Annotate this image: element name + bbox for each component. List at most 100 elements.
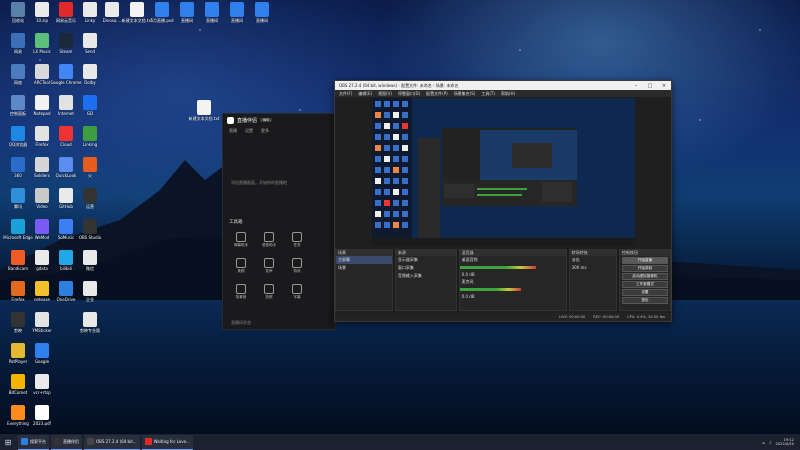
obs-menu-item[interactable]: 停靠窗口(D) — [398, 91, 420, 97]
app-icon — [35, 250, 49, 265]
clock[interactable]: 19:12 2022/4/20 — [776, 438, 794, 446]
transition-duration[interactable]: 300 ms — [570, 264, 616, 271]
app-icon — [11, 188, 25, 203]
taskbar-item[interactable]: Waiting for Love... — [141, 434, 193, 450]
desktop-icon-label: 剪映专业版 — [80, 328, 100, 333]
live-app-title: 直播伴侣 — [237, 117, 258, 124]
start-button[interactable]: ⊞ — [0, 434, 16, 450]
app-icon — [59, 219, 73, 234]
toolbox-item[interactable]: 语音助手 — [259, 232, 279, 248]
preview-screen-capture — [372, 98, 635, 246]
mixer-track-level: 0.0 dB — [461, 294, 475, 299]
tool-icon — [264, 258, 274, 268]
app-icon — [83, 312, 97, 327]
scene-item[interactable]: 主屏幕 — [336, 256, 392, 264]
taskbar-item[interactable]: 搜索平台 — [18, 434, 49, 450]
desktop-icon[interactable]: OBS Studio — [74, 219, 106, 253]
tab-live[interactable]: 直播 — [229, 128, 237, 134]
desktop-icon[interactable]: YMSticker — [26, 312, 58, 346]
close-icon[interactable]: × — [657, 83, 671, 89]
obs-menu-item[interactable]: 文件(F) — [339, 91, 352, 97]
tool-icon — [236, 284, 246, 294]
app-icon — [35, 312, 49, 327]
virtual-camera-button[interactable]: 启动虚拟摄像机 — [621, 273, 668, 280]
desktop-icon[interactable]: Send — [74, 33, 106, 67]
toolbox-item[interactable]: 弹幕助手 — [231, 232, 251, 248]
mixer-meter — [459, 266, 536, 269]
desktop-file-floating[interactable]: 新建文本文档.txt — [188, 100, 220, 134]
taskbar-item[interactable]: 直播伴侣 — [51, 434, 82, 450]
obs-menu-item[interactable]: 场景集合(S) — [454, 91, 476, 97]
system-tray: ⌂ ♪ 19:12 2022/4/20 — [762, 438, 800, 446]
taskbar: ⊞ 搜索平台 直播伴侣 OBS 27.2.4 (64 bit... Waiting f… — [0, 434, 800, 450]
desktop-icon-label: 2023.pdf — [33, 421, 51, 426]
app-icon — [35, 157, 49, 172]
network-icon[interactable]: ⌂ — [762, 440, 765, 445]
live-app-badge: WS — [260, 118, 272, 122]
desktop-file[interactable]: 直播间 — [246, 2, 278, 36]
mixer-dock: 混音器 桌面音频 0.0 dB 麦克风 0.0 dB — [458, 249, 567, 311]
tool-icon — [236, 232, 246, 242]
start-streaming-button[interactable]: 开始直播 — [621, 257, 668, 264]
obs-menu-item[interactable]: 编辑(E) — [358, 91, 372, 97]
mixer-track-level: 0.0 dB — [461, 272, 475, 277]
app-icon — [59, 2, 73, 17]
desktop-icon[interactable]: 2023.pdf — [26, 405, 58, 434]
app-icon — [83, 64, 97, 79]
obs-menu-item[interactable]: 配置文件(P) — [426, 91, 448, 97]
source-item[interactable]: 显示器采集 — [396, 256, 456, 264]
tab-settings[interactable]: 设置 — [245, 128, 253, 134]
maximize-icon[interactable]: □ — [643, 83, 657, 89]
settings-button[interactable]: 设置 — [621, 289, 668, 296]
file-icon — [255, 2, 269, 17]
app-icon — [11, 281, 25, 296]
exit-button[interactable]: 退出 — [621, 297, 668, 304]
source-item[interactable]: 窗口采集 — [396, 264, 456, 272]
toolbox-item[interactable]: 变声 — [259, 258, 279, 274]
desktop-icon[interactable]: vcr+rtsp — [26, 374, 58, 408]
tool-label: 背景音 — [235, 295, 247, 299]
tab-more[interactable]: 更多 — [261, 128, 269, 134]
obs-menu-item[interactable]: 工具(T) — [481, 91, 495, 97]
app-icon — [11, 64, 25, 79]
studio-mode-button[interactable]: 工作室模式 — [621, 281, 668, 288]
app-icon — [35, 343, 49, 358]
toolbox-item[interactable]: 字幕 — [287, 284, 307, 300]
taskbar-app-icon — [144, 438, 152, 445]
transition-select[interactable]: 淡出 — [570, 256, 616, 264]
tool-label: 语音助手 — [261, 243, 277, 247]
rec-status: REC: 00:00:00 — [593, 315, 620, 319]
minimize-icon[interactable]: – — [629, 83, 643, 89]
desktop-icon[interactable]: 剪映专业版 — [74, 312, 106, 346]
obs-menu-item[interactable]: 视图(V) — [378, 91, 392, 97]
desktop-icon[interactable]: Dolby — [74, 64, 106, 98]
scenes-dock: 场景 主屏幕 场景 — [335, 249, 393, 311]
desktop-icon-label: 运营 — [86, 204, 94, 209]
tool-icon — [264, 284, 274, 294]
toolbox-item[interactable]: 拍照 — [259, 284, 279, 300]
desktop-icon[interactable]: GD — [74, 95, 106, 129]
taskbar-item[interactable]: OBS 27.2.4 (64 bit... — [84, 434, 140, 450]
toolbox-item[interactable]: 特效 — [287, 258, 307, 274]
desktop-icon[interactable]: 火 — [74, 157, 106, 191]
live-assistant-window[interactable]: 直播伴侣 WS 直播 设置 更多 添加直播画面，开始你的直播吧 工具箱 弹幕助手… — [222, 113, 336, 330]
desktop-icon[interactable]: 企业 — [74, 281, 106, 315]
desktop-icon[interactable]: 运营 — [74, 188, 106, 222]
obs-titlebar[interactable]: OBS 27.2.4 (64 bit, windows) - 配置文件: 未命名… — [335, 81, 671, 90]
obs-menu-item[interactable]: 帮助(H) — [501, 91, 515, 97]
toolbox-item[interactable]: 背景音 — [231, 284, 251, 300]
volume-icon[interactable]: ♪ — [769, 440, 772, 445]
desktop-icon[interactable]: Google — [26, 343, 58, 377]
start-recording-button[interactable]: 开始录制 — [621, 265, 668, 272]
scene-item[interactable]: 场景 — [336, 264, 392, 272]
desktop-icon[interactable]: Linking — [74, 126, 106, 160]
file-icon — [105, 2, 119, 17]
toolbox-item[interactable]: 美颜 — [231, 258, 251, 274]
tool-icon — [292, 232, 302, 242]
toolbox-item[interactable]: 任务 — [287, 232, 307, 248]
app-icon — [11, 157, 25, 172]
desktop-icon[interactable]: 微信 — [74, 250, 106, 284]
source-item[interactable]: 音频输入采集 — [396, 272, 456, 280]
obs-window[interactable]: OBS 27.2.4 (64 bit, windows) - 配置文件: 未命名… — [334, 80, 672, 322]
obs-preview[interactable] — [372, 98, 635, 246]
